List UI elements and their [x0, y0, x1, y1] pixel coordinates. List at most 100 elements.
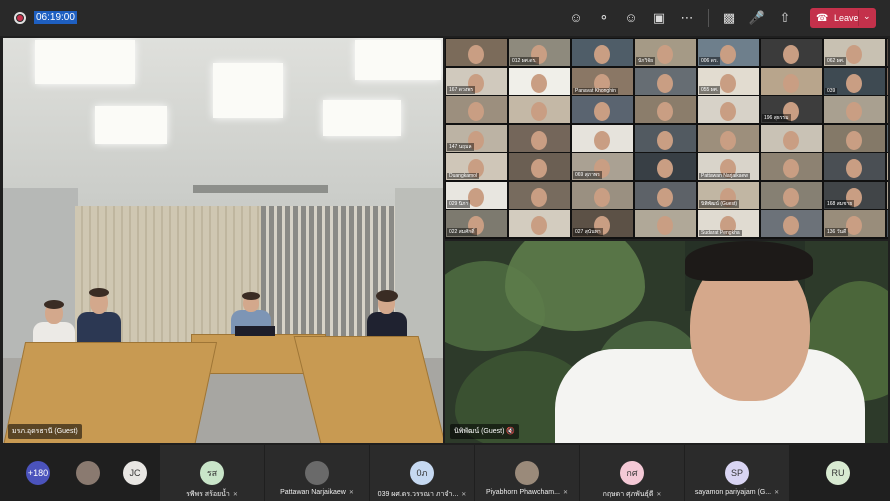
video-gallery[interactable]: 012 ผศ.ดร. นักวิจัย 006 ดร. 062 ผศ. 167 ดวงพ… [445, 38, 888, 239]
gallery-video-cell[interactable] [635, 181, 696, 209]
gallery-video-cell[interactable] [572, 39, 633, 66]
gallery-video-cell[interactable]: 196 สุธรรม [761, 96, 822, 123]
leave-button[interactable]: ☎ Leave ⌄ [810, 8, 876, 28]
participant-tile[interactable]: SP sayamon pariyajam (G... ✕ [685, 445, 789, 501]
participant-tile[interactable]: 0ภ 039 ผศ.ดร.วรรณา ภาจำ... ✕ [370, 445, 474, 501]
gallery-video-cell[interactable] [635, 67, 696, 95]
gallery-video-cell[interactable] [509, 124, 570, 152]
participants-icon[interactable]: ☺ [567, 9, 585, 27]
gallery-video-cell[interactable]: 029 นิภา [446, 181, 507, 209]
gallery-video-cell[interactable]: 069 สุภาพร [572, 153, 633, 180]
gallery-video-cell[interactable]: 062 ผศ. [824, 39, 885, 66]
avatar: +180 [26, 461, 50, 485]
ceiling-light [35, 40, 135, 84]
gallery-video-cell[interactable]: 012 ผศ.ดร. [509, 39, 570, 66]
gallery-video-cell[interactable] [824, 96, 885, 123]
gallery-video-cell[interactable] [761, 210, 822, 237]
rooms-icon[interactable]: ▣ [650, 9, 668, 27]
participant-name: 039 ผศ.ดร.วรรณา ภาจำ... ✕ [377, 491, 467, 498]
gallery-video-cell[interactable]: นิพิพัฒน์ (Guest) [698, 181, 759, 209]
gallery-video-cell[interactable] [509, 181, 570, 209]
gallery-video-cell[interactable] [761, 181, 822, 209]
gallery-video-cell[interactable]: มรภ.สกลนคร [887, 210, 888, 237]
gallery-video-cell[interactable]: 136 วันดี [824, 210, 885, 237]
video-tile-room[interactable]: มรภ.อุดรธานี (Guest) [3, 38, 443, 443]
gallery-video-cell[interactable] [887, 67, 888, 95]
gallery-video-cell[interactable] [761, 124, 822, 152]
participant-face [657, 130, 673, 150]
share-tray-icon[interactable]: ⇧ [776, 9, 794, 27]
reactions-icon[interactable]: ☺ [622, 9, 640, 27]
chevron-down-icon[interactable]: ⌄ [863, 11, 871, 22]
gallery-video-cell[interactable]: 168 สมชาย [824, 181, 885, 209]
gallery-video-cell[interactable]: นักวิจัย [635, 39, 696, 66]
mic-off-icon[interactable]: 🎤 [748, 9, 766, 27]
leave-divider [858, 10, 859, 26]
gallery-video-cell[interactable] [509, 153, 570, 180]
participant-face [531, 73, 547, 93]
gallery-video-cell[interactable]: Panavat Khonghin [572, 67, 633, 95]
participant-tile[interactable]: JC [121, 445, 149, 501]
gallery-video-cell[interactable] [761, 39, 822, 66]
participant-tile[interactable]: RU [787, 445, 889, 501]
gallery-video-cell[interactable] [761, 67, 822, 95]
gallery-video-cell[interactable] [698, 96, 759, 123]
gallery-video-cell[interactable] [824, 153, 885, 180]
gallery-video-cell[interactable] [761, 153, 822, 180]
participant-face [846, 130, 862, 150]
gallery-video-cell[interactable]: 006 ดร. [698, 39, 759, 66]
gallery-cell-label: 167 ดวงพร [447, 85, 476, 94]
gallery-video-cell[interactable] [572, 124, 633, 152]
gallery-video-cell[interactable] [446, 39, 507, 66]
gallery-cell-label: Pattawan Narjaikaew [699, 173, 750, 179]
gallery-video-cell[interactable] [698, 124, 759, 152]
gallery-video-cell[interactable] [509, 96, 570, 123]
avatar: รส [200, 461, 224, 485]
gallery-video-cell[interactable]: 167 ดวงพร [446, 67, 507, 95]
gallery-video-cell[interactable] [824, 124, 885, 152]
avatar: JC [123, 461, 147, 485]
plant-leaf [505, 241, 645, 331]
gallery-video-cell[interactable]: 055 ผศ. [698, 67, 759, 95]
gallery-video-cell[interactable]: 147 นฤมล [446, 124, 507, 152]
gallery-video-cell[interactable]: 022 สมศักดิ์ [446, 210, 507, 237]
gallery-video-cell[interactable]: Pattawan Narjaikaew [698, 153, 759, 180]
gallery-video-cell[interactable] [887, 39, 888, 66]
gallery-video-cell[interactable]: 039 [824, 67, 885, 95]
participant-tile[interactable]: รส รพีพร สร้อยน้ำ ✕ [160, 445, 264, 501]
participant-name: sayamon pariyajam (G... ✕ [694, 489, 780, 496]
gallery-video-cell[interactable]: Duangkamol [446, 153, 507, 180]
chat-icon[interactable]: ⚬ [595, 9, 613, 27]
participant-face [783, 216, 799, 235]
participant-name: กฤษดา ศุภพันธุ์ดี ✕ [602, 491, 662, 498]
gallery-video-cell[interactable] [887, 153, 888, 180]
gallery-video-cell[interactable] [635, 153, 696, 180]
participant-tile[interactable]: กศ กฤษดา ศุภพันธุ์ดี ✕ [580, 445, 684, 501]
gallery-video-cell[interactable] [446, 96, 507, 123]
gallery-video-cell[interactable] [635, 210, 696, 237]
gallery-video-cell[interactable] [572, 181, 633, 209]
participant-face [657, 187, 673, 207]
gallery-video-cell[interactable] [509, 210, 570, 237]
participant-tile[interactable]: Pattawan Narjaikaew ✕ [265, 445, 369, 501]
participant-face [783, 159, 799, 178]
camera-off-icon[interactable]: ▩ [720, 9, 738, 27]
gallery-cell-label: 055 ผศ. [699, 85, 721, 94]
gallery-video-cell[interactable]: Sudarat Pengkha [698, 210, 759, 237]
more-icon[interactable]: ⋯ [678, 9, 696, 27]
gallery-video-cell[interactable] [887, 124, 888, 152]
gallery-video-cell[interactable] [887, 181, 888, 209]
gallery-video-cell[interactable]: 027 สุนันทา [572, 210, 633, 237]
participant-face [594, 102, 610, 121]
gallery-video-cell[interactable] [572, 96, 633, 123]
gallery-video-cell[interactable] [509, 67, 570, 95]
participant-tile[interactable]: Piyabhorn Phawcham... ✕ [475, 445, 579, 501]
participant-tile[interactable] [74, 445, 102, 501]
video-tile-speaker[interactable]: นิพิพัฒน์ (Guest) 🔇 [445, 241, 888, 443]
participant-strip: +180 JC รส รพีพร สร้อยน้ำ ✕ Pattawan Narjaika… [0, 445, 890, 501]
gallery-video-cell[interactable] [635, 124, 696, 152]
gallery-video-cell[interactable] [887, 96, 888, 123]
participant-face [720, 45, 736, 64]
participant-tile[interactable]: +180 [24, 445, 52, 501]
gallery-video-cell[interactable] [635, 96, 696, 123]
